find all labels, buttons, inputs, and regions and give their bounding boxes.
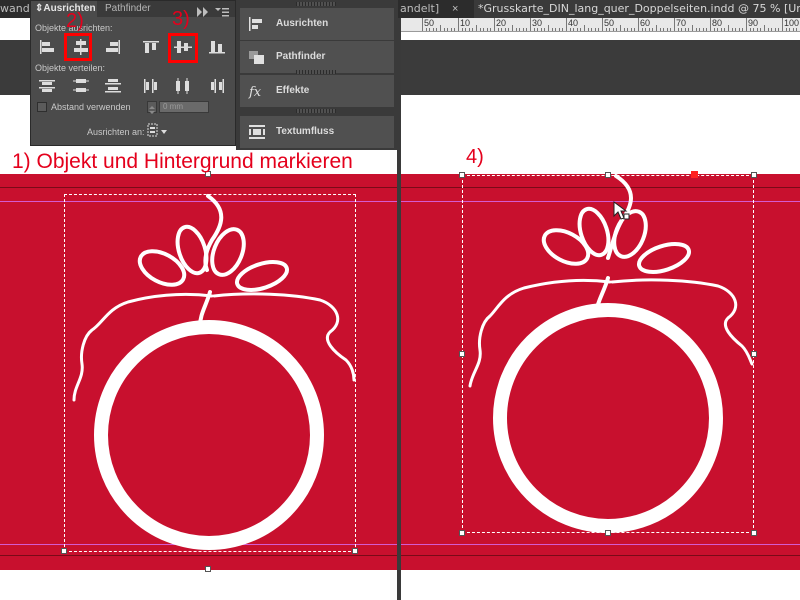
selection-handle[interactable] [605, 530, 611, 536]
align-panel-tabs: ⇕Ausrichten Pathfinder [31, 1, 235, 17]
fx-icon: fx [248, 83, 266, 100]
selection-handle[interactable] [352, 548, 358, 554]
distribute-left-edges-button[interactable] [141, 77, 161, 95]
align-to-selection-icon [147, 123, 167, 137]
selection-handle[interactable] [61, 548, 67, 554]
panel-grip[interactable] [296, 109, 336, 113]
align-left-edges-button[interactable] [37, 38, 57, 56]
align-to-label: Ausrichten an: [87, 127, 145, 137]
double-arrow-icon[interactable] [197, 4, 208, 17]
tab-pathfinder[interactable]: Pathfinder [101, 1, 163, 17]
panel-button-effects[interactable]: fx Effekte [240, 75, 394, 107]
use-spacing-label: Abstand verwenden [51, 102, 131, 112]
panel-button-pathfinder[interactable]: Pathfinder [240, 41, 394, 73]
panel-menu-icon[interactable] [215, 4, 229, 17]
key-object-marker [691, 171, 698, 178]
pathfinder-icon [248, 49, 266, 65]
distribute-bottom-edges-button[interactable] [103, 77, 123, 95]
selection-handle[interactable] [459, 351, 465, 357]
selection-handle[interactable] [751, 351, 757, 357]
tab-pathfinder-label: Pathfinder [105, 3, 151, 14]
spacing-input[interactable]: 0 mm [159, 101, 209, 113]
align-right-edges-button[interactable] [103, 38, 123, 56]
highlight-box-step3 [168, 33, 198, 63]
panel-grip[interactable] [296, 2, 336, 6]
selection-frame-right[interactable] [462, 175, 754, 533]
selection-handle[interactable] [605, 172, 611, 178]
panel-label-effects: Effekte [276, 85, 310, 96]
selection-handle[interactable] [751, 172, 757, 178]
selection-handle[interactable] [205, 566, 211, 572]
mouse-cursor-icon [613, 201, 630, 220]
panel-label-align: Ausrichten [276, 18, 329, 29]
indesign-workspace: wande andelt] × *Grusskarte_DIN_lang_que… [0, 0, 800, 600]
panel-grip[interactable] [296, 70, 336, 74]
annotation-step1: 1) Objekt und Hintergrund markieren [12, 150, 353, 173]
align-to-dropdown[interactable] [147, 123, 171, 139]
tab-align[interactable]: ⇕Ausrichten [31, 1, 97, 17]
panel-button-align[interactable]: Ausrichten [240, 8, 394, 40]
selection-frame-left[interactable] [64, 194, 356, 552]
text-wrap-icon [248, 124, 266, 140]
section-label-distribute-objects: Objekte verteilen: [35, 63, 106, 73]
selection-handle[interactable] [459, 172, 465, 178]
use-spacing-checkbox[interactable] [37, 102, 47, 112]
svg-text:fx: fx [248, 85, 262, 99]
distribute-vertical-centers-button[interactable] [71, 77, 91, 95]
align-panel: ⇕Ausrichten Pathfinder Objekte ausrichte… [30, 0, 236, 146]
annotation-step4: 4) [466, 146, 484, 168]
distribute-top-edges-button[interactable] [37, 77, 57, 95]
collapsed-panel-stack: Ausrichten Pathfinder fx Effekte Textumf… [236, 0, 398, 150]
annotation-step2: 2) [66, 10, 84, 32]
spacing-stepper[interactable] [147, 101, 157, 114]
selection-handle[interactable] [459, 530, 465, 536]
distribute-right-edges-button[interactable] [207, 77, 227, 95]
panel-button-text-wrap[interactable]: Textumfluss [240, 116, 394, 148]
align-bottom-edges-button[interactable] [207, 38, 227, 56]
highlight-box-step2 [64, 33, 92, 61]
distribute-horizontal-centers-button[interactable] [173, 77, 193, 95]
annotation-step3: 3) [172, 8, 190, 30]
align-icon [248, 16, 266, 32]
selection-handle[interactable] [751, 530, 757, 536]
panel-label-text-wrap: Textumfluss [276, 126, 335, 137]
panel-label-pathfinder: Pathfinder [276, 51, 326, 62]
align-top-edges-button[interactable] [141, 38, 161, 56]
